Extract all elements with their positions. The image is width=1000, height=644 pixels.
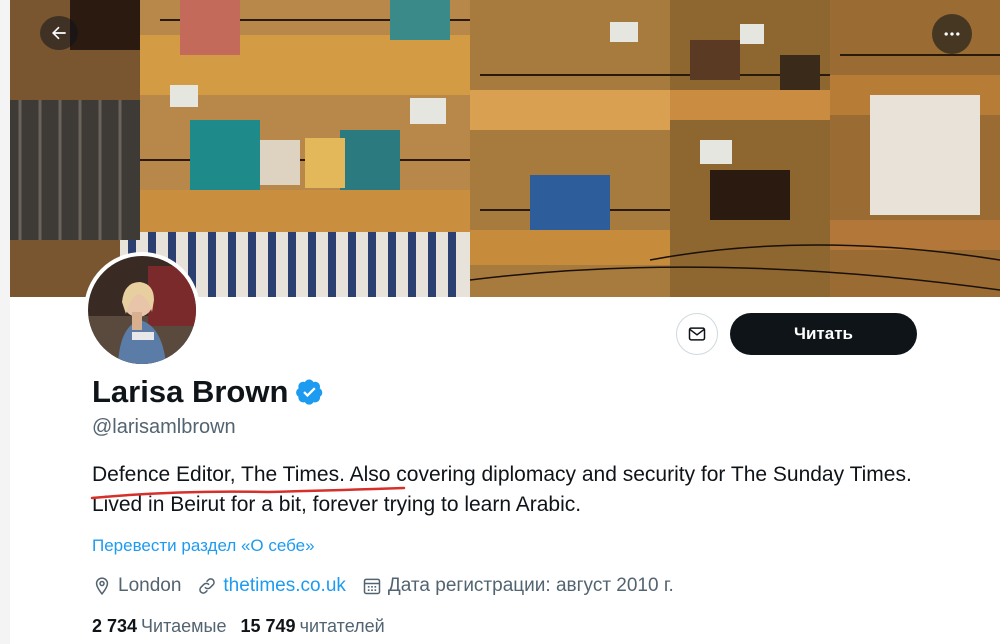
link-icon xyxy=(199,578,216,594)
location-item: London xyxy=(92,575,181,597)
location-text: London xyxy=(118,575,182,596)
following-stat[interactable]: 2 734 Читаемые xyxy=(92,616,227,637)
profile-name: Larisa Brown xyxy=(92,374,289,409)
message-button[interactable] xyxy=(676,313,718,355)
left-edge xyxy=(0,0,10,644)
translate-bio-link[interactable]: Перевести раздел «О себе» xyxy=(92,536,315,556)
calendar-icon xyxy=(363,578,381,595)
arrow-left-icon xyxy=(52,26,66,40)
more-horizontal-icon xyxy=(944,32,960,36)
more-button[interactable] xyxy=(932,14,972,54)
verified-badge-icon[interactable] xyxy=(296,378,324,406)
profile-avatar[interactable] xyxy=(84,252,200,368)
profile-name-row: Larisa Brown xyxy=(92,374,324,410)
website-item[interactable]: thetimes.co.uk xyxy=(197,575,346,597)
followers-stat[interactable]: 15 749 читателей xyxy=(241,616,385,637)
join-date-text: Дата регистрации: август 2010 г. xyxy=(387,575,674,596)
followers-label: читателей xyxy=(299,616,385,636)
location-pin-icon xyxy=(95,577,109,596)
back-button[interactable] xyxy=(40,16,78,50)
profile-banner[interactable] xyxy=(10,0,1000,297)
profile-bio: Defence Editor, The Times. Also covering… xyxy=(92,463,912,516)
website-link[interactable]: thetimes.co.uk xyxy=(223,575,346,597)
join-date-item: Дата регистрации: август 2010 г. xyxy=(362,575,674,597)
following-label: Читаемые xyxy=(141,616,227,636)
profile-handle: @larisamlbrown xyxy=(92,416,236,438)
followers-count: 15 749 xyxy=(240,616,296,636)
profile-stats: 2 734 Читаемые 15 749 читателей xyxy=(92,616,385,637)
avatar-photo xyxy=(88,256,196,364)
profile-meta: London thetimes.co.uk Дата регистрации: … xyxy=(92,575,690,597)
mail-icon xyxy=(688,327,706,341)
following-count: 2 734 xyxy=(92,616,138,636)
follow-button[interactable]: Читать xyxy=(730,313,917,355)
